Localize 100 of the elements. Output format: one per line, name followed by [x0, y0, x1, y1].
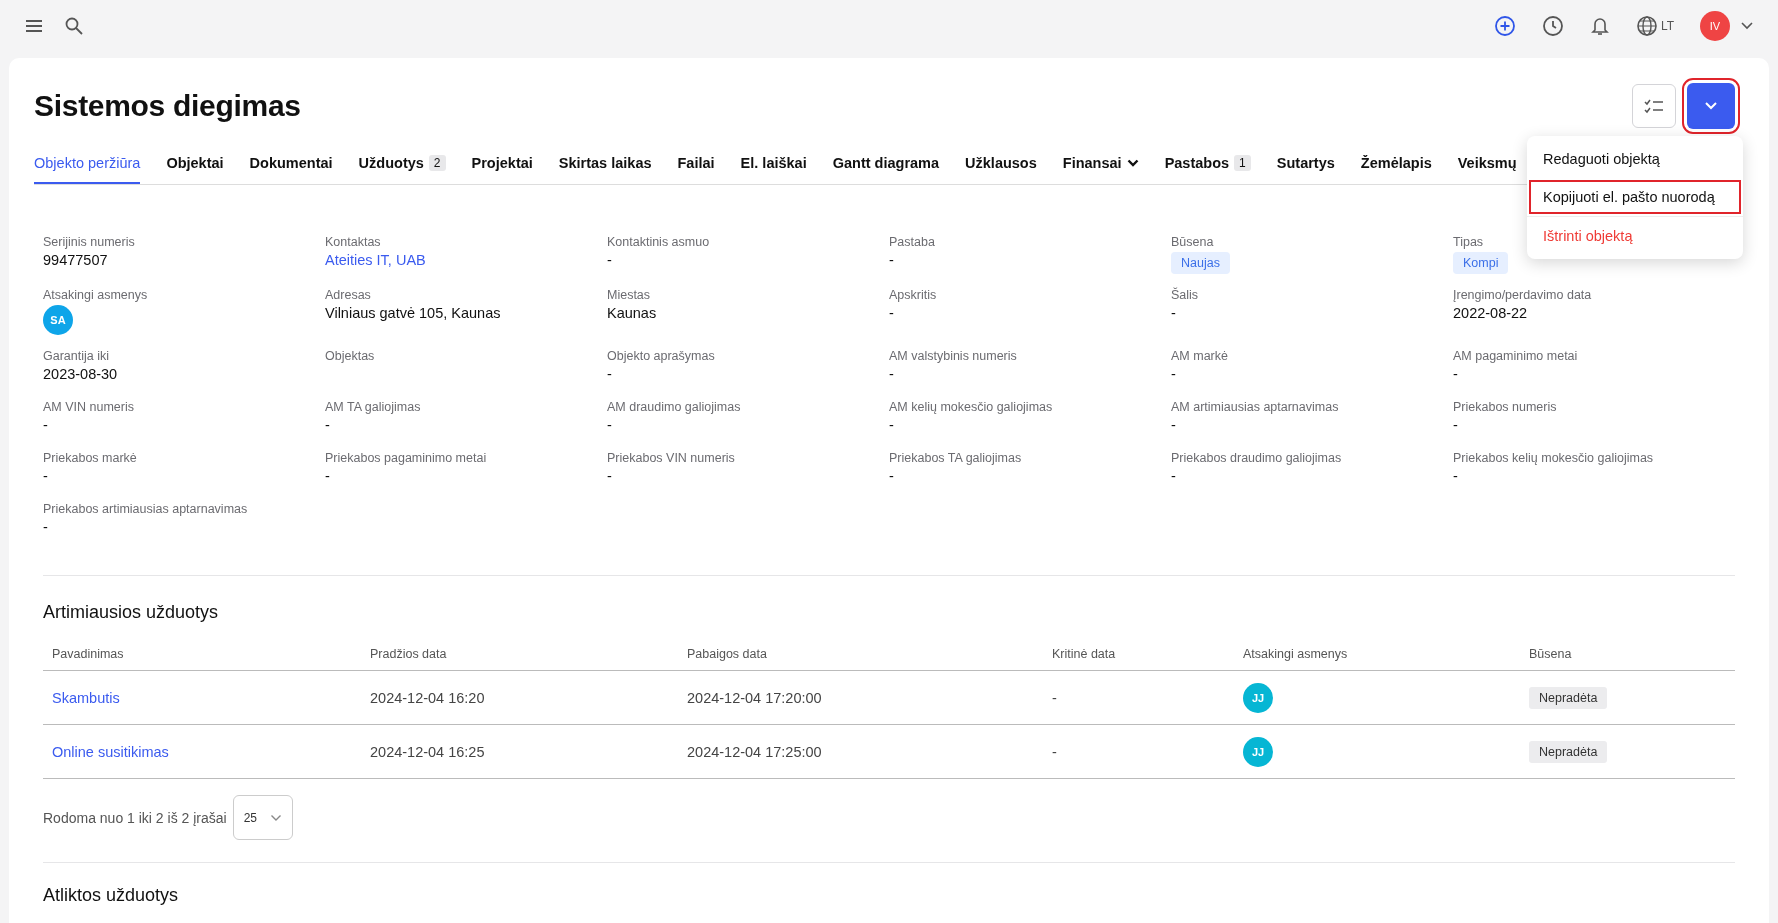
field-value: -: [325, 468, 330, 484]
bell-icon[interactable]: [1589, 15, 1610, 37]
field-label: AM markė: [1171, 349, 1228, 363]
field-label: Garantija iki: [43, 349, 109, 363]
field-value: -: [325, 417, 330, 433]
field-value: -: [889, 252, 894, 268]
field-label: Serijinis numeris: [43, 235, 135, 249]
field-label: Adresas: [325, 288, 371, 302]
user-avatar: JJ: [1243, 682, 1273, 713]
tab[interactable]: El. laiškai: [740, 155, 807, 184]
field-label: AM VIN numeris: [43, 400, 134, 414]
menu-icon[interactable]: [24, 18, 44, 34]
user-avatar: SA: [43, 305, 73, 335]
add-icon[interactable]: [1493, 15, 1516, 37]
field-label: Priekabos VIN numeris: [607, 451, 735, 465]
field-label: AM kelių mokesčio galiojimas: [889, 400, 1053, 414]
chevron-down-icon: [1704, 101, 1718, 111]
field-value: 2022-08-22: [1453, 305, 1528, 321]
field-label: Pastaba: [889, 235, 935, 249]
pagination-summary: Rodoma nuo 1 iki 2 iš 2 įrašai: [43, 809, 227, 826]
menu-item[interactable]: Redaguoti objektą: [1527, 140, 1743, 178]
field-value: -: [889, 366, 894, 382]
table-cell: -: [1052, 743, 1057, 760]
field-value: -: [889, 468, 894, 484]
column-header: Pradžios data: [361, 647, 678, 671]
section-title: Artimiausios užduotys: [42, 602, 220, 623]
status-tag: Naujas: [1171, 252, 1230, 274]
field-value: -: [1453, 417, 1458, 433]
field-value: Kaunas: [607, 305, 657, 321]
field-label: AM valstybinis numeris: [889, 349, 1017, 363]
table-cell: 2024-12-04 17:20:00: [687, 689, 822, 706]
field-label: Tipas: [1453, 235, 1484, 249]
tab[interactable]: Dokumentai: [249, 155, 333, 184]
count-badge: 2: [428, 155, 446, 171]
task-link[interactable]: Skambutis: [52, 689, 120, 706]
field-value: -: [1171, 417, 1176, 433]
section-title: Atliktos užduotys: [42, 885, 180, 906]
column-header: Pabaigos data: [678, 647, 1043, 671]
tab[interactable]: Gantt diagrama: [832, 155, 940, 184]
globe-icon[interactable]: [1635, 15, 1658, 37]
checklist-icon: [1644, 98, 1664, 114]
checklist-button[interactable]: [1632, 84, 1676, 128]
tab[interactable]: Veiksmų: [1457, 155, 1517, 184]
table-cell: 2024-12-04 16:25: [370, 743, 485, 760]
menu-item[interactable]: Ištrinti objektą: [1527, 216, 1743, 255]
field-value: -: [43, 519, 48, 535]
tab[interactable]: Užduotys 2: [358, 155, 446, 184]
chevron-down-icon[interactable]: [1740, 21, 1754, 31]
tab[interactable]: Užklausos: [965, 155, 1037, 184]
field-label: Objekto aprašymas: [607, 349, 715, 363]
field-label: Kontaktinis asmuo: [607, 235, 710, 249]
tab[interactable]: Sutartys: [1276, 155, 1335, 184]
chevron-down-icon: [269, 813, 282, 822]
field-value: -: [43, 417, 48, 433]
field-value: -: [1171, 366, 1176, 382]
menu-item[interactable]: Kopijuoti el. pašto nuorodą: [1527, 178, 1743, 216]
column-header: Atsakingi asmenys: [1234, 647, 1520, 671]
tab[interactable]: Projektai: [471, 155, 533, 184]
field-label: AM draudimo galiojimas: [607, 400, 741, 414]
field-label: Priekabos kelių mokesčio galiojimas: [1453, 451, 1654, 465]
tab[interactable]: Objekto peržiūra: [34, 155, 141, 184]
status-tag: Nepradėta: [1529, 686, 1608, 709]
field-label: Objektas: [325, 349, 375, 363]
field-label: AM artimiausias aptarnavimas: [1171, 400, 1339, 414]
field-label: Priekabos artimiausias aptarnavimas: [43, 502, 248, 516]
task-link[interactable]: Online susitikimas: [52, 743, 169, 760]
status-tag: Nepradėta: [1529, 740, 1608, 763]
field-label: Priekabos draudimo galiojimas: [1171, 451, 1342, 465]
tab[interactable]: Skirtas laikas: [558, 155, 652, 184]
table-cell: 2024-12-04 17:25:00: [687, 743, 822, 760]
page-size-select[interactable]: 25: [232, 795, 293, 840]
clock-icon[interactable]: [1541, 15, 1564, 37]
field-label: Atsakingi asmenys: [43, 288, 148, 302]
field-value: -: [1171, 468, 1176, 484]
table-cell: -: [1052, 689, 1057, 706]
tab[interactable]: Objektai: [166, 155, 224, 184]
tab[interactable]: Failai: [677, 155, 715, 184]
field-value: Vilniaus gatvė 105, Kaunas: [325, 305, 501, 321]
field-label: Priekabos numeris: [1453, 400, 1557, 414]
status-tag: Kompi: [1453, 252, 1509, 274]
field-label: Priekabos markė: [43, 451, 137, 465]
field-value: 2023-08-30: [43, 366, 118, 382]
field-value: -: [607, 366, 612, 382]
field-label: AM TA galiojimas: [325, 400, 421, 414]
count-badge: 1: [1234, 155, 1251, 171]
field-label: Miestas: [607, 288, 651, 302]
tab[interactable]: Žemėlapis: [1360, 155, 1432, 184]
column-header: Būsena: [1520, 647, 1735, 671]
page-title: Sistemos diegimas: [34, 89, 302, 123]
field-label: Kontaktas: [325, 235, 381, 249]
field-value: -: [43, 468, 48, 484]
user-avatar[interactable]: IV: [1700, 11, 1730, 41]
search-icon[interactable]: [64, 16, 84, 36]
field-label: Įrengimo/perdavimo data: [1453, 288, 1592, 302]
tab[interactable]: Pastabos 1: [1164, 155, 1251, 184]
language-label[interactable]: LT: [1660, 19, 1674, 33]
field-value: -: [607, 417, 612, 433]
contact-link[interactable]: Ateities IT, UAB: [325, 252, 426, 268]
field-label: Būsena: [1171, 235, 1214, 249]
tab[interactable]: Finansai: [1062, 155, 1139, 184]
